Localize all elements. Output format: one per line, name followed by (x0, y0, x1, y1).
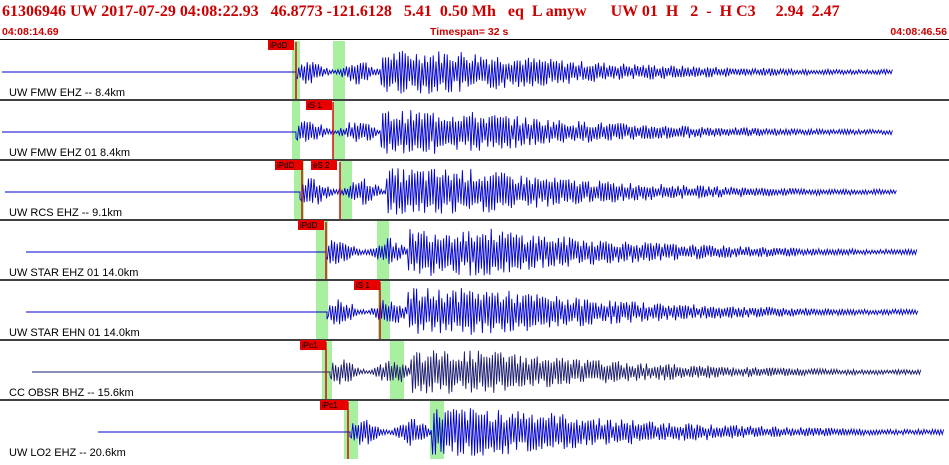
trace-station-label: UW STAR EHN 01 14.0km (9, 327, 140, 339)
waveform-trace (26, 228, 918, 276)
trace-row[interactable]: iPdD eS 2 UW RCS EHZ -- 9.1km (0, 160, 949, 221)
pick-flag-label: iPc1 (302, 341, 318, 350)
trace-row[interactable]: iPc1 CC OBSR BHZ -- 15.6km (0, 340, 949, 401)
waveform-trace (2, 50, 893, 94)
waveform-trace (5, 168, 897, 215)
pick-flag-label: iPdD (270, 41, 288, 50)
trace-row[interactable]: iPdD UW FMW EHZ -- 8.4km (0, 40, 949, 101)
trace-row[interactable]: iPc1 UW LO2 EHZ -- 20.6km (9, 400, 945, 459)
seismogram-panel[interactable]: iPdD UW FMW EHZ -- 8.4km iS 1 UW FMW EHZ 01… (0, 40, 949, 460)
trace-row[interactable]: iS 1 UW STAR EHN 01 14.0km (0, 280, 949, 341)
waveform-trace (98, 408, 945, 456)
trace-station-label: UW LO2 EHZ -- 20.6km (9, 447, 126, 459)
trace-station-label: UW RCS EHZ -- 9.1km (9, 207, 122, 219)
trace-row[interactable]: iS 1 UW FMW EHZ 01 8.4km (0, 100, 949, 161)
event-header: 61306946 UW 2017-07-29 04:08:22.93 46.87… (0, 0, 949, 40)
trace-row[interactable]: iPdD UW STAR EHZ 01 14.0km (0, 220, 949, 281)
seismogram-traces[interactable]: iPdD UW FMW EHZ -- 8.4km iS 1 UW FMW EHZ 01… (0, 40, 949, 460)
trace-station-label: UW STAR EHZ 01 14.0km (9, 267, 138, 279)
pick-flag-label: iS 1 (308, 101, 322, 110)
waveform-trace (26, 288, 919, 335)
trace-station-label: UW FMW EHZ 01 8.4km (9, 147, 130, 159)
start-time: 04:08:14.69 (2, 26, 59, 38)
pick-flag-label: iPdD (300, 221, 318, 230)
pick-flag-label: iPdD (277, 161, 295, 170)
end-time: 04:08:46.56 (890, 26, 947, 38)
timespan-label: Timespan= 32 s (430, 26, 509, 38)
pick-flag-label: iPc1 (322, 401, 338, 410)
trace-station-label: CC OBSR BHZ -- 15.6km (9, 387, 134, 399)
waveform-trace (32, 350, 922, 394)
pick-flag-label: iS 1 (356, 281, 370, 290)
waveform-trace (2, 110, 893, 154)
event-summary-line: 61306946 UW 2017-07-29 04:08:22.93 46.87… (2, 3, 840, 20)
trace-station-label: UW FMW EHZ -- 8.4km (9, 87, 125, 99)
pick-window (316, 281, 328, 339)
pick-flag-label: eS 2 (313, 161, 330, 170)
